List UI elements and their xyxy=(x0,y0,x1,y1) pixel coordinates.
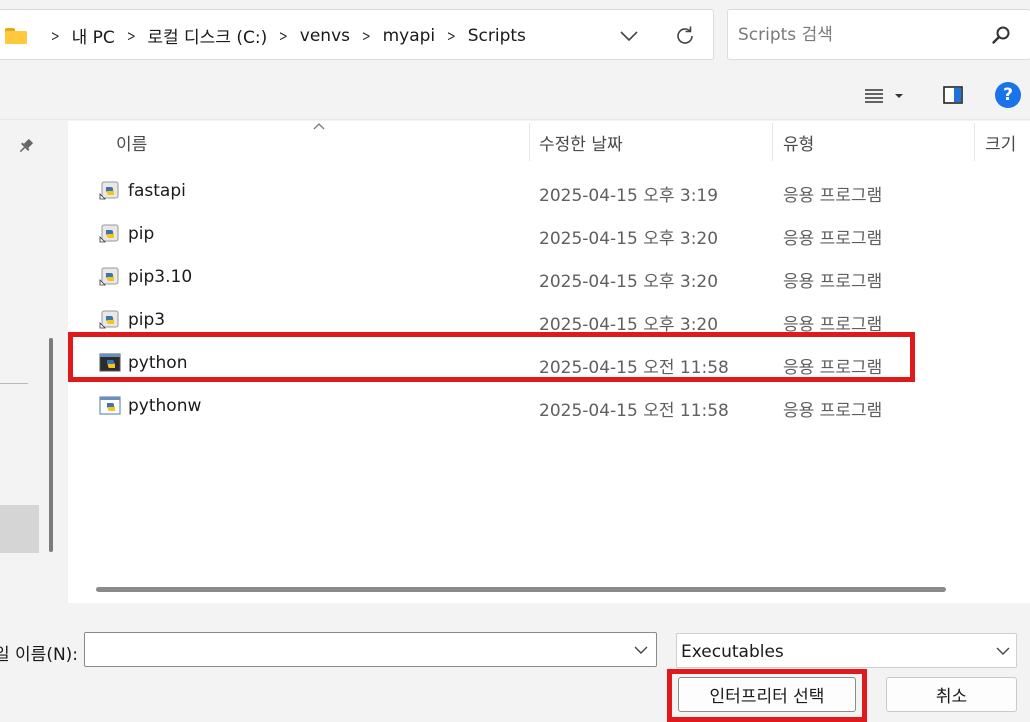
column-type[interactable]: 유형 xyxy=(783,121,814,163)
file-modified: 2025-04-15 오후 3:19 xyxy=(539,186,719,206)
file-modified: 2025-04-15 오후 3:20 xyxy=(539,272,719,292)
file-type: 응용 프로그램 xyxy=(783,272,883,292)
chevron-down-icon[interactable] xyxy=(633,642,649,658)
chevron-down-icon xyxy=(996,647,1010,655)
file-type: 응용 프로그램 xyxy=(783,358,883,378)
file-modified: 2025-04-15 오후 3:20 xyxy=(539,229,719,249)
file-name: pip xyxy=(128,224,155,244)
select-interpreter-button[interactable]: 인터프리터 선택 xyxy=(678,677,856,712)
folder-icon xyxy=(5,27,27,44)
file-modified: 2025-04-15 오전 11:58 xyxy=(539,358,729,378)
chevron-right-icon[interactable]: > xyxy=(127,27,136,45)
chevron-down-icon xyxy=(620,31,638,42)
chevron-right-icon[interactable]: > xyxy=(279,27,288,45)
file-type: 응용 프로그램 xyxy=(783,315,883,335)
address-bar: > 내 PC > 로컬 디스크 (C:) > venvs > myapi > S… xyxy=(0,0,1030,72)
search-input[interactable] xyxy=(738,22,978,48)
horizontal-scrollbar[interactable] xyxy=(96,587,946,593)
file-row-pip[interactable]: pip 2025-04-15 오후 3:20 응용 프로그램 xyxy=(68,214,1030,257)
file-name: pythonw xyxy=(128,396,202,416)
python-window-icon xyxy=(98,394,122,418)
file-row-pip3-10[interactable]: pip3.10 2025-04-15 오후 3:20 응용 프로그램 xyxy=(68,257,1030,300)
chevron-right-icon[interactable]: > xyxy=(447,27,456,45)
help-button[interactable]: ? xyxy=(995,82,1021,108)
refresh-icon xyxy=(677,26,693,44)
filename-label: 일 이름(N): xyxy=(0,645,79,665)
column-name[interactable]: 이름 xyxy=(116,121,147,163)
file-row-pip3[interactable]: pip3 2025-04-15 오후 3:20 응용 프로그램 xyxy=(68,300,1030,343)
list-view-icon xyxy=(865,89,883,103)
column-divider[interactable] xyxy=(772,123,773,161)
file-name: pip3.10 xyxy=(128,267,193,287)
sidebar-item-label: ) xyxy=(0,518,1,538)
chevron-right-icon: > xyxy=(50,26,60,45)
cancel-button[interactable]: 취소 xyxy=(886,677,1017,712)
pin-glyph xyxy=(19,138,34,153)
file-row-pythonw[interactable]: pythonw 2025-04-15 오전 11:58 응용 프로그램 xyxy=(68,386,1030,429)
address-history-dropdown[interactable] xyxy=(616,24,642,48)
file-name: python xyxy=(128,353,188,373)
navigation-pane: ) xyxy=(0,121,66,603)
sidebar-item-selected[interactable]: ) xyxy=(0,505,39,553)
breadcrumb-myapi[interactable]: myapi xyxy=(383,26,436,46)
python-console-icon xyxy=(98,351,122,375)
file-open-dialog: > 내 PC > 로컬 디스크 (C:) > venvs > myapi > S… xyxy=(0,0,1030,722)
column-header: 이름 수정한 날짜 유형 크기 xyxy=(68,121,1030,163)
file-name: fastapi xyxy=(128,181,186,201)
column-size[interactable]: 크기 xyxy=(985,121,1016,163)
python-launcher-icon xyxy=(98,308,122,332)
column-modified[interactable]: 수정한 날짜 xyxy=(539,121,623,163)
file-row-fastapi[interactable]: fastapi 2025-04-15 오후 3:19 응용 프로그램 xyxy=(68,171,1030,214)
search-icon xyxy=(992,26,1010,44)
breadcrumb-this-pc[interactable]: 내 PC xyxy=(72,23,115,48)
address-box[interactable]: > 내 PC > 로컬 디스크 (C:) > venvs > myapi > S… xyxy=(0,9,714,60)
file-name: pip3 xyxy=(128,310,166,330)
file-row-python[interactable]: python 2025-04-15 오전 11:58 응용 프로그램 xyxy=(68,343,1030,386)
toolbar: ? xyxy=(0,72,1030,120)
column-divider[interactable] xyxy=(974,123,975,161)
file-type-selected: Executables xyxy=(681,642,784,662)
column-divider[interactable] xyxy=(529,123,530,161)
search-button[interactable] xyxy=(990,24,1012,46)
breadcrumb-venvs[interactable]: venvs xyxy=(300,26,350,46)
search-box[interactable] xyxy=(727,9,1030,60)
chevron-right-icon[interactable]: > xyxy=(362,27,371,45)
filename-input[interactable] xyxy=(91,637,611,662)
file-type: 응용 프로그램 xyxy=(783,229,883,249)
file-type: 응용 프로그램 xyxy=(783,186,883,206)
breadcrumb-scripts[interactable]: Scripts xyxy=(468,26,526,46)
pin-icon[interactable] xyxy=(17,137,35,155)
breadcrumb: > 내 PC > 로컬 디스크 (C:) > venvs > myapi > S… xyxy=(5,10,526,61)
view-options-button[interactable] xyxy=(864,84,916,108)
python-launcher-icon xyxy=(98,222,122,246)
file-list: 이름 수정한 날짜 유형 크기 fastapi 2025-04-15 오후 3:… xyxy=(68,121,1030,603)
caret-down-icon xyxy=(895,94,903,98)
python-launcher-icon xyxy=(98,265,122,289)
file-modified: 2025-04-15 오후 3:20 xyxy=(539,315,719,335)
python-launcher-icon xyxy=(98,179,122,203)
breadcrumb-local-disk[interactable]: 로컬 디스크 (C:) xyxy=(147,23,267,48)
preview-pane-icon xyxy=(943,86,963,104)
refresh-button[interactable] xyxy=(671,22,699,50)
file-type: 응용 프로그램 xyxy=(783,401,883,421)
preview-pane-button[interactable] xyxy=(942,84,966,108)
sort-ascending-icon xyxy=(313,123,325,130)
dialog-footer: 일 이름(N): Executables 인터프리터 선택 취소 xyxy=(0,604,1030,722)
filename-combobox[interactable] xyxy=(84,632,657,667)
file-type-select[interactable]: Executables xyxy=(676,633,1017,668)
sidebar-divider xyxy=(0,383,28,384)
horizontal-scrollbar-thumb[interactable] xyxy=(96,587,946,592)
file-modified: 2025-04-15 오전 11:58 xyxy=(539,401,729,421)
sidebar-scrollbar[interactable] xyxy=(49,338,53,552)
